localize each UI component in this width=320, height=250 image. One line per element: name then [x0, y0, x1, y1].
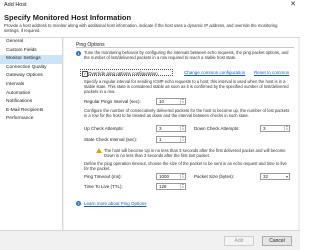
intro-text: Tune the monitoring behavior by configur… [84, 50, 289, 60]
dialog-footer: Add Cancel [0, 230, 300, 250]
down-check-value: 3 [263, 126, 266, 131]
check-config-text: Configure the number of consecutively de… [84, 108, 290, 118]
sidebar-item-custom-fields[interactable]: Custom Fields [0, 47, 62, 56]
window-title: Add Host [4, 2, 27, 8]
state-check-value: 1 [159, 137, 162, 142]
sidebar-item-label: Performance [6, 116, 34, 122]
page-description: Provide a host address to monitor along … [4, 23, 278, 33]
spin-icon[interactable]: ▲ ▼ [180, 173, 185, 179]
sidebar-item-notifications[interactable]: Notifications [0, 98, 62, 107]
up-check-input[interactable]: 3 ▲ ▼ [156, 125, 186, 132]
down-check-input[interactable]: 3 ▲ ▼ [260, 125, 290, 132]
packet-size-value: 32 [263, 174, 269, 179]
title-bar: Add Host ✕ [0, 0, 300, 10]
reset-to-common-link[interactable]: Reset to common [254, 70, 289, 75]
regular-interval-label: Regular Pings Interval (sec): [84, 99, 141, 104]
sidebar-item-label: Automation [6, 90, 31, 96]
page-title: Specify Monitored Host Information [4, 13, 132, 22]
sidebar-item-label: Notifications [6, 99, 33, 105]
close-icon[interactable]: ✕ [290, 0, 296, 10]
regular-interval-text: Specify a regular interval for sending I… [84, 79, 289, 94]
sidebar-item-label: Connection Quality [6, 64, 47, 70]
sidebar-item-general[interactable]: General [0, 38, 62, 47]
ttl-label: Time To Live (TTL): [84, 184, 123, 189]
add-button[interactable]: Add [224, 236, 254, 246]
sidebar-item-label: General [6, 39, 24, 44]
sidebar-item-gateway-options[interactable]: Gateway Options [0, 72, 62, 81]
spin-icon[interactable]: ▲ ▼ [180, 136, 185, 142]
up-check-label: Up Check Attempts: [84, 126, 124, 131]
sidebar-item-label: Custom Fields [6, 47, 37, 53]
ttl-value: 128 [159, 184, 167, 189]
spin-icon[interactable]: ▲ ▼ [180, 98, 185, 104]
sidebar-item-label: Intervals [6, 81, 25, 87]
state-check-label: State Check Interval (sec): [84, 137, 138, 142]
sidebar-item-automation[interactable]: Automation [0, 90, 62, 99]
packet-size-label: Packet Size (bytes): [194, 174, 235, 179]
up-check-value: 3 [159, 126, 162, 131]
add-host-dialog: Add Host ✕ Specify Monitored Host Inform… [0, 0, 300, 250]
section-divider [76, 47, 294, 48]
ping-timeout-label: Ping Timeout (ms): [84, 174, 122, 179]
define-timeout-text: Define the ping operation timeout, choos… [84, 161, 287, 171]
sidebar-item-connection-quality[interactable]: Connection Quality [0, 64, 62, 73]
regular-interval-input[interactable]: 10 ▲ ▼ [156, 98, 186, 105]
ping-options-panel: Ping Options i Tune the monitoring behav… [64, 38, 298, 230]
help-icon: ? [76, 201, 81, 206]
learn-more-link[interactable]: Learn more about Ping Options [84, 201, 147, 206]
warning-icon [96, 148, 102, 153]
spin-icon[interactable]: ▲ ▼ [180, 183, 185, 189]
down-check-label: Down Check Attempts: [194, 126, 240, 131]
sidebar-item-label: Gateway Options [6, 73, 43, 79]
regular-interval-value: 10 [159, 99, 165, 104]
spin-icon[interactable]: ▲ ▼ [284, 125, 289, 131]
spin-icon[interactable]: ▲ ▼ [180, 125, 185, 131]
change-common-configuration-link[interactable]: Change common configuration [184, 70, 245, 75]
chevron-down-icon[interactable]: ▾ [286, 174, 288, 180]
sidebar: General Custom Fields Monitor Settings C… [0, 38, 63, 230]
warning-text: The host will become Up in no less than … [104, 148, 286, 158]
sidebar-item-monitor-settings[interactable]: Monitor Settings [0, 55, 62, 64]
dialog-header: Specify Monitored Host Information Provi… [0, 10, 300, 38]
override-checkbox-row[interactable]: ✓ Override ping options configuration [80, 69, 173, 77]
sidebar-item-label: E-Mail Recipients [6, 107, 44, 113]
sidebar-item-intervals[interactable]: Intervals [0, 81, 62, 90]
ping-timeout-input[interactable]: 1000 ▲ ▼ [156, 173, 186, 180]
ping-timeout-value: 1000 [159, 174, 170, 179]
state-check-input[interactable]: 1 ▲ ▼ [156, 136, 186, 143]
sidebar-item-performance[interactable]: Performance [0, 115, 62, 124]
sidebar-item-email-recipients[interactable]: E-Mail Recipients [0, 107, 62, 116]
info-icon: i [76, 51, 81, 56]
ttl-input[interactable]: 128 ▲ ▼ [156, 183, 186, 190]
override-label: Override ping options configuration [88, 70, 158, 76]
cancel-button[interactable]: Cancel [262, 236, 292, 246]
sidebar-item-label: Monitor Settings [6, 56, 41, 62]
packet-size-select[interactable]: 32 ▾ [260, 173, 290, 180]
